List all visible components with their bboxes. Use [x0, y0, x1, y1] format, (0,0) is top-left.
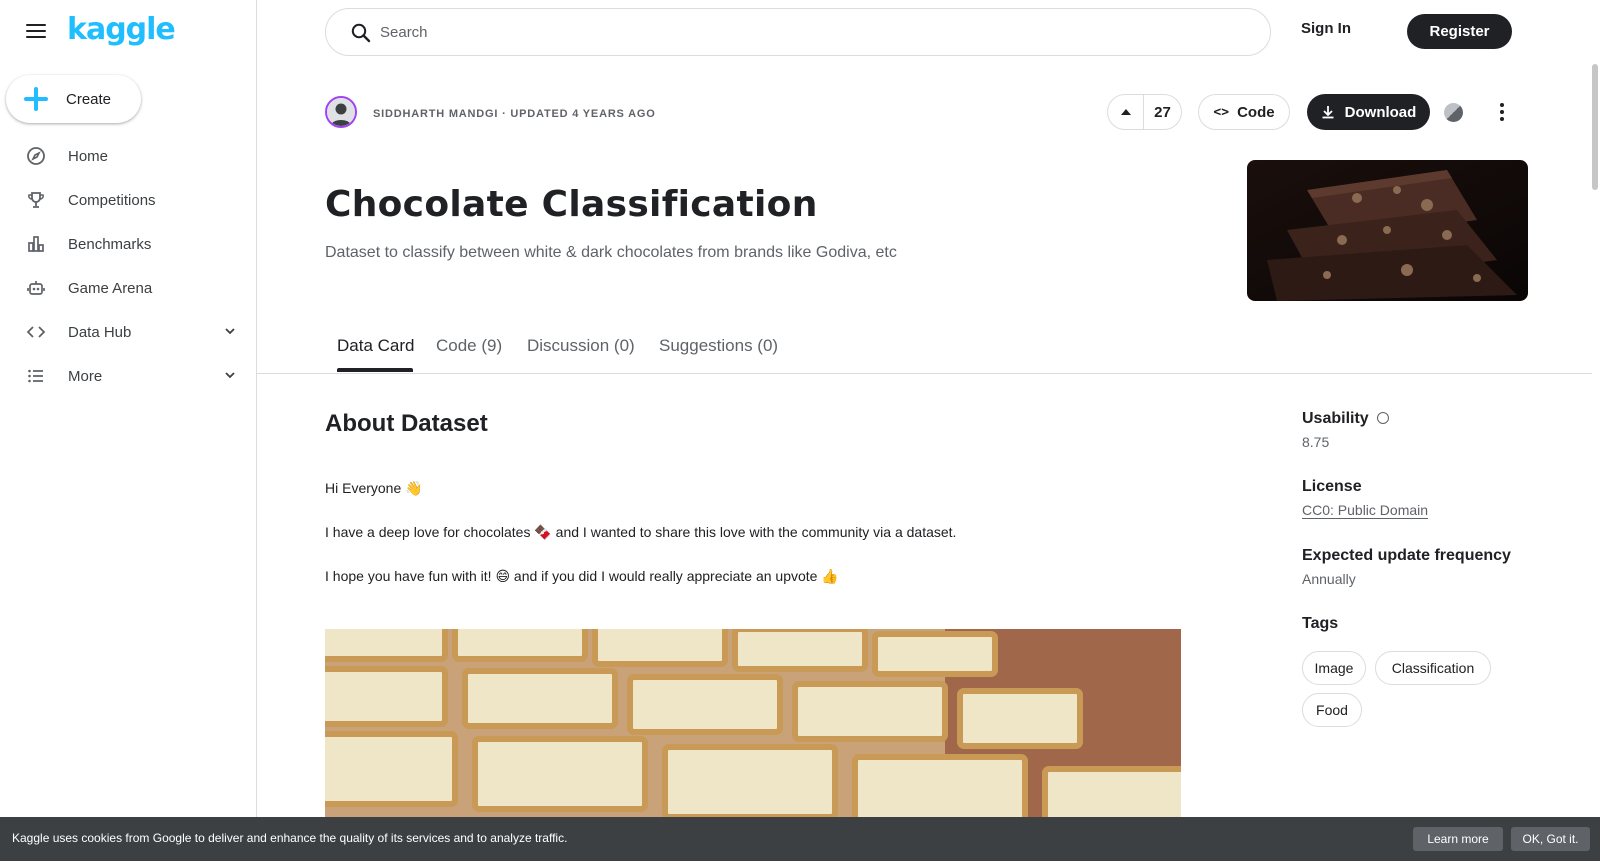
sidebar-item-competitions[interactable]: Competitions [0, 178, 257, 222]
usability-label: Usability [1302, 410, 1369, 427]
frequency-value: Annually [1302, 571, 1356, 587]
usability-section: Usability 8.75 [1302, 410, 1389, 450]
frequency-label: Expected update frequency [1302, 547, 1511, 564]
code-brackets-icon: <> [1213, 104, 1230, 120]
tab-data-card[interactable]: Data Card [337, 336, 414, 356]
ok-got-it-button[interactable]: OK, Got it. [1511, 827, 1590, 851]
sidebar-item-label: Game Arena [68, 279, 153, 297]
sidebar-item-data-hub[interactable]: Data Hub [0, 310, 257, 354]
tab-code[interactable]: Code (9) [436, 336, 502, 356]
white-chocolate-image [325, 629, 1181, 819]
compass-icon [26, 146, 46, 166]
tag-chip-classification[interactable]: Classification [1375, 651, 1491, 685]
list-icon [26, 366, 46, 386]
search-bar[interactable] [325, 8, 1271, 56]
info-icon[interactable] [1376, 411, 1389, 424]
sidebar-item-label: More [68, 367, 103, 385]
code-brackets-icon [26, 322, 46, 342]
vote-count: 27 [1154, 103, 1171, 121]
license-link[interactable]: CC0: Public Domain [1302, 502, 1429, 519]
dataset-byline: SIDDHARTH MANDGI · UPDATED 4 YEARS AGO [373, 108, 656, 120]
active-tab-indicator [337, 368, 413, 372]
kaggle-logo[interactable]: kaggle [67, 12, 176, 47]
sidebar-item-benchmarks[interactable]: Benchmarks [0, 222, 257, 266]
frequency-section: Expected update frequency Annually [1302, 547, 1511, 587]
theme-toggle-icon[interactable] [1444, 103, 1463, 122]
tags-section: Tags [1302, 615, 1338, 633]
create-button[interactable]: Create [6, 75, 141, 123]
upvote-widget: 27 [1107, 94, 1182, 130]
tag-chip-food[interactable]: Food [1302, 693, 1362, 727]
tab-discussion[interactable]: Discussion (0) [527, 336, 635, 356]
about-heading: About Dataset [325, 410, 488, 437]
sidebar-item-game-arena[interactable]: Game Arena [0, 266, 257, 310]
robot-icon [26, 278, 46, 298]
dataset-title: Chocolate Classification [325, 184, 818, 225]
sidebar-item-label: Competitions [68, 191, 156, 209]
sidebar-item-label: Data Hub [68, 323, 132, 341]
hamburger-menu-icon[interactable] [24, 20, 48, 44]
dataset-cover-image [1247, 160, 1528, 301]
code-button[interactable]: <> Code [1198, 94, 1290, 130]
create-label: Create [66, 90, 112, 108]
about-paragraph: I have a deep love for chocolates 🍫 and … [325, 524, 957, 540]
download-button-label: Download [1344, 103, 1417, 121]
license-label: License [1302, 478, 1362, 495]
trophy-icon [26, 190, 46, 210]
learn-more-button[interactable]: Learn more [1413, 827, 1503, 851]
arrow-up-icon [1120, 109, 1131, 115]
license-section: License CC0: Public Domain [1302, 478, 1429, 519]
sidebar-item-label: Home [68, 147, 109, 165]
sidebar-header: kaggle [0, 0, 257, 66]
sidebar: kaggle Create Home Competitions Benchmar… [0, 0, 257, 861]
chevron-down-icon[interactable] [222, 323, 238, 339]
cookie-banner: Kaggle uses cookies from Google to deliv… [0, 817, 1600, 861]
register-button[interactable]: Register [1407, 14, 1512, 49]
code-button-label: Code [1237, 103, 1275, 121]
usability-value: 8.75 [1302, 434, 1330, 450]
about-paragraph: I hope you have fun with it! 😄 and if yo… [325, 568, 839, 584]
author-avatar[interactable] [325, 96, 357, 128]
download-button[interactable]: Download [1307, 94, 1430, 130]
tag-chip-image[interactable]: Image [1302, 651, 1366, 685]
search-input[interactable] [380, 19, 1240, 45]
about-paragraph: Hi Everyone 👋 [325, 480, 423, 496]
sidebar-nav: Home Competitions Benchmarks Game Arena … [0, 134, 257, 398]
plus-icon [24, 87, 48, 111]
download-icon [1322, 106, 1334, 119]
cookie-message: Kaggle uses cookies from Google to deliv… [12, 831, 568, 845]
upvote-button[interactable] [1108, 95, 1145, 129]
sidebar-item-home[interactable]: Home [0, 134, 257, 178]
more-options-icon[interactable] [1494, 100, 1510, 124]
page-scrollbar[interactable] [1592, 64, 1598, 190]
sidebar-item-more[interactable]: More [0, 354, 257, 398]
chevron-down-icon[interactable] [222, 367, 238, 383]
dataset-tabs: Data Card Code (9) Discussion (0) Sugges… [257, 326, 1592, 374]
bar-chart-icon [26, 234, 46, 254]
tab-suggestions[interactable]: Suggestions (0) [659, 336, 778, 356]
tags-label: Tags [1302, 615, 1339, 632]
sidebar-item-label: Benchmarks [68, 235, 152, 253]
sign-in-button[interactable]: Sign In [1301, 20, 1351, 37]
search-icon [350, 22, 372, 44]
dataset-subtitle: Dataset to classify between white & dark… [325, 244, 897, 261]
